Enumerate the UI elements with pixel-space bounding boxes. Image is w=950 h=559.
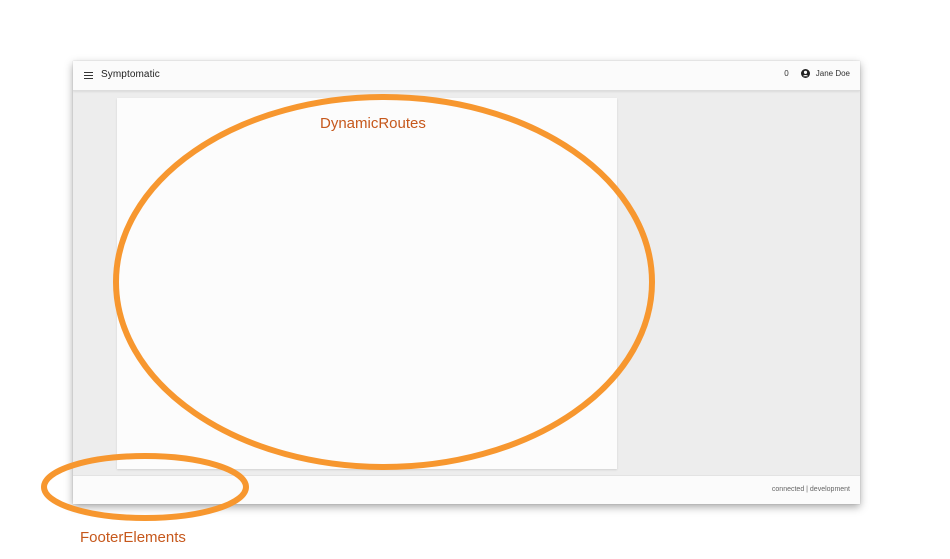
user-name[interactable]: Jane Doe: [816, 69, 850, 78]
app-window: Symptomatic 0 Jane Doe connected | devel…: [73, 61, 860, 504]
hamburger-menu-icon[interactable]: [84, 72, 93, 80]
dynamic-routes-content: [117, 98, 617, 469]
notification-count[interactable]: 0: [784, 69, 788, 78]
header-right-controls: 0 Jane Doe: [784, 69, 850, 78]
canvas: Symptomatic 0 Jane Doe connected | devel…: [0, 0, 950, 559]
connection-status: connected | development: [771, 486, 850, 493]
top-app-bar: Symptomatic 0 Jane Doe: [73, 61, 860, 91]
footer-bar: connected | development: [73, 475, 860, 504]
user-circle-icon[interactable]: [800, 69, 810, 78]
dynamic-routes-annotation-label: DynamicRoutes: [320, 115, 426, 132]
app-title: Symptomatic: [101, 69, 160, 80]
footer-elements-annotation-label: FooterElements: [80, 529, 186, 546]
